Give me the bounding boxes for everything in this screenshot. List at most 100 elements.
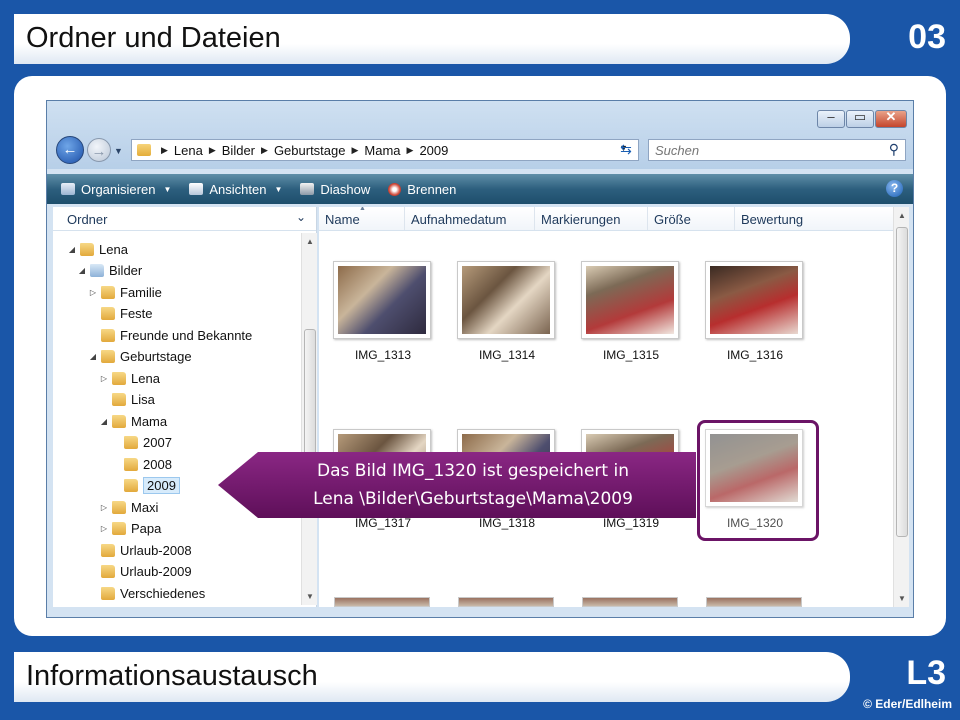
- back-button[interactable]: ←: [56, 136, 84, 164]
- photo-thumbnail: [581, 261, 679, 339]
- breadcrumb-item[interactable]: ▶ Lena: [155, 143, 203, 158]
- scroll-up-icon[interactable]: ▲: [894, 211, 909, 220]
- column-header-name[interactable]: ▲ Name: [319, 207, 405, 230]
- minimize-button[interactable]: ‒: [817, 109, 845, 128]
- close-button[interactable]: ✕: [875, 109, 907, 128]
- breadcrumb-item[interactable]: ▶ 2009: [401, 143, 449, 158]
- collapsed-icon[interactable]: ▷: [99, 503, 109, 512]
- tree-item-verschiedenes[interactable]: Verschiedenes: [88, 583, 205, 603]
- collapsed-icon[interactable]: ▷: [88, 288, 98, 297]
- organize-menu[interactable]: Organisieren ▼: [61, 182, 171, 197]
- file-item[interactable]: IMG_1316: [705, 261, 805, 362]
- tree-item-label: Urlaub-2009: [120, 563, 192, 579]
- tree-item-urlaub-2008[interactable]: Urlaub-2008: [88, 540, 192, 560]
- tree-item-2008[interactable]: 2008: [111, 454, 172, 474]
- tree-item-label: Lena: [131, 370, 160, 386]
- partial-thumbnail[interactable]: [458, 597, 554, 607]
- tree-item-freunde[interactable]: Freunde und Bekannte: [88, 325, 252, 345]
- tree-item-mama[interactable]: ◢ Mama: [99, 411, 167, 431]
- tree-item-label: Feste: [120, 305, 153, 321]
- chevron-down-icon[interactable]: ⌄: [296, 210, 306, 224]
- file-name: IMG_1313: [354, 348, 412, 362]
- tree-item-papa[interactable]: ▷ Papa: [99, 518, 161, 538]
- tree-item-geburtstage[interactable]: ◢ Geburtstage: [88, 346, 192, 366]
- scroll-down-icon[interactable]: ▼: [302, 592, 318, 601]
- file-item[interactable]: IMG_1314: [457, 261, 557, 362]
- column-header-rating[interactable]: Bewertung: [735, 207, 885, 230]
- file-name: IMG_1316: [726, 348, 784, 362]
- breadcrumb-label: Geburtstage: [273, 142, 346, 158]
- folder-icon: [112, 500, 126, 514]
- photo-image: [586, 266, 674, 334]
- tree-item-label: Familie: [120, 284, 162, 300]
- folder-icon: [124, 435, 138, 449]
- folder-icon: [101, 586, 115, 600]
- tree-item-2009[interactable]: 2009: [111, 475, 180, 495]
- tree-item-feste[interactable]: Feste: [88, 303, 153, 323]
- file-name: IMG_1317: [354, 516, 412, 530]
- folder-pane-title: Ordner: [67, 212, 108, 227]
- slide-footer: Informationsaustausch: [26, 660, 318, 692]
- breadcrumb-item[interactable]: ▶ Bilder: [203, 143, 255, 158]
- collapsed-icon[interactable]: ▷: [99, 374, 109, 383]
- tree-item-label: 2009: [143, 476, 180, 494]
- folder-icon: [101, 543, 115, 557]
- callout-line-1: Das Bild IMG_1320 ist gespeichert in: [317, 461, 629, 481]
- tree-item-label: Maxi: [131, 499, 159, 515]
- expanded-icon[interactable]: ◢: [67, 245, 77, 254]
- tree-item-lena-sub[interactable]: ▷ Lena: [99, 368, 160, 388]
- scrollbar-thumb[interactable]: [896, 227, 908, 537]
- slide-footer-bar: Informationsaustausch: [14, 652, 850, 702]
- forward-button[interactable]: →: [87, 138, 111, 162]
- maximize-icon: ▭: [853, 109, 867, 124]
- maximize-button[interactable]: ▭: [846, 109, 874, 128]
- tree-item-lena[interactable]: ◢ Lena: [67, 239, 128, 259]
- callout-line-2: Lena \Bilder\Geburtstage\Mama\2009: [313, 489, 633, 509]
- minimize-icon: ‒: [827, 109, 835, 124]
- collapsed-icon[interactable]: ▷: [99, 524, 109, 533]
- partial-thumbnail[interactable]: [334, 597, 430, 607]
- help-icon[interactable]: ?: [886, 180, 903, 197]
- recent-pages-dropdown[interactable]: ▼: [114, 146, 123, 156]
- folder-pane-scrollbar[interactable]: ▲ ▼: [301, 233, 317, 605]
- tree-item-bilder[interactable]: ◢ Bilder: [77, 260, 142, 280]
- tree-item-lisa[interactable]: Lisa: [99, 389, 155, 409]
- scroll-down-icon[interactable]: ▼: [894, 594, 909, 603]
- tree-item-label: Geburtstage: [120, 348, 192, 364]
- expanded-icon[interactable]: ◢: [99, 417, 109, 426]
- tree-item-2007[interactable]: 2007: [111, 432, 172, 452]
- folder-icon: [137, 144, 151, 156]
- breadcrumb-item[interactable]: ▶ Geburtstage: [255, 143, 345, 158]
- slideshow-button[interactable]: Diashow: [300, 182, 370, 197]
- tree-item-familie[interactable]: ▷ Familie: [88, 282, 162, 302]
- breadcrumb-item[interactable]: ▶ Mama: [345, 143, 400, 158]
- folder-icon: [101, 349, 115, 363]
- expanded-icon[interactable]: ◢: [77, 266, 87, 275]
- breadcrumb-label: Bilder: [221, 142, 256, 158]
- column-header-tags[interactable]: Markierungen: [535, 207, 648, 230]
- column-header-date[interactable]: Aufnahmedatum: [405, 207, 535, 230]
- scroll-up-icon[interactable]: ▲: [302, 237, 318, 246]
- photo-thumbnail: [705, 261, 803, 339]
- address-bar[interactable]: ▶ Lena ▶ Bilder ▶ Geburtstage ▶ Mama ▶ 2009 ▼: [131, 139, 639, 161]
- expanded-icon[interactable]: ◢: [88, 352, 98, 361]
- burn-button[interactable]: Brennen: [388, 182, 456, 197]
- search-input[interactable]: [655, 141, 865, 159]
- partial-thumbnail[interactable]: [582, 597, 678, 607]
- column-label: Markierungen: [541, 212, 621, 227]
- folder-pane-header[interactable]: Ordner ⌄: [53, 207, 316, 231]
- file-list-scrollbar[interactable]: ▲ ▼: [893, 207, 909, 607]
- file-item[interactable]: IMG_1315: [581, 261, 681, 362]
- file-item[interactable]: IMG_1313: [333, 261, 433, 362]
- tree-item-urlaub-2009[interactable]: Urlaub-2009: [88, 561, 192, 581]
- partial-thumbnail[interactable]: [706, 597, 802, 607]
- address-text-area: [458, 142, 499, 158]
- chevron-right-icon: ▶: [261, 144, 268, 155]
- copyright: © Eder/Edlheim: [863, 697, 952, 711]
- column-header-size[interactable]: Größe: [648, 207, 735, 230]
- views-menu[interactable]: Ansichten ▼: [189, 182, 282, 197]
- refresh-button[interactable]: ⇆: [615, 141, 637, 159]
- tree-item-maxi[interactable]: ▷ Maxi: [99, 497, 159, 517]
- search-icon[interactable]: ⚲: [889, 141, 899, 158]
- column-label: Bewertung: [741, 212, 804, 227]
